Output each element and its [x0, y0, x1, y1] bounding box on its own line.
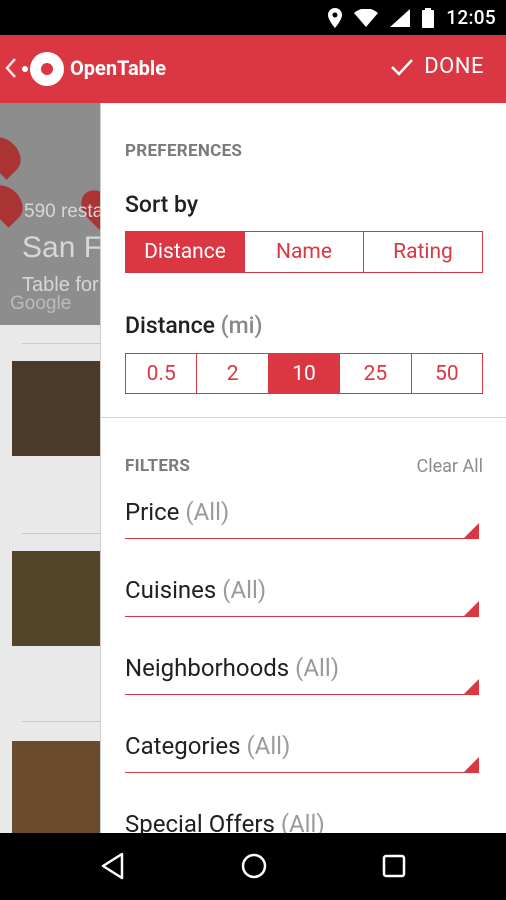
- distance-option-25[interactable]: 25: [339, 354, 410, 393]
- dropdown-label: Special Offers: [125, 810, 275, 833]
- sort-option-name[interactable]: Name: [244, 232, 363, 272]
- list-separator: [22, 343, 100, 344]
- battery-icon: [422, 7, 435, 28]
- price-dropdown[interactable]: Price (All): [125, 494, 479, 539]
- section-divider: [101, 417, 506, 418]
- distance-option-50[interactable]: 50: [410, 354, 482, 393]
- cell-signal-icon: [390, 8, 411, 27]
- dropdown-value: (All): [280, 810, 325, 833]
- status-time: 12:05: [446, 6, 496, 29]
- home-icon[interactable]: [240, 852, 268, 884]
- dropdown-corner-icon: [464, 601, 479, 616]
- dropdown-value: (All): [222, 576, 267, 604]
- dropdown-label: Neighborhoods: [125, 654, 290, 682]
- distance-option-10[interactable]: 10: [267, 354, 340, 393]
- restaurant-photo: [12, 741, 100, 833]
- distance-label: Distance (mi): [125, 312, 263, 339]
- distance-unit: (mi): [220, 312, 263, 339]
- sort-option-distance[interactable]: Distance: [126, 232, 244, 272]
- restaurant-photo: [12, 361, 100, 456]
- background-map: 590 resta San Fr Table for Google: [0, 103, 100, 325]
- status-bar: 12:05: [0, 0, 506, 35]
- preferences-title: PREFERENCES: [125, 141, 243, 161]
- sort-by-segmented-control: Distance Name Rating: [125, 231, 483, 273]
- done-button[interactable]: DONE: [390, 54, 484, 79]
- app-bar: OpenTable DONE: [0, 35, 506, 103]
- opentable-logo-icon[interactable]: [30, 52, 64, 86]
- recents-icon[interactable]: [381, 852, 407, 884]
- back-chevron-icon[interactable]: [5, 57, 17, 83]
- dropdown-label: Categories: [125, 732, 241, 760]
- restaurant-photo: [12, 551, 100, 646]
- special-offers-dropdown[interactable]: Special Offers (All): [125, 806, 479, 833]
- filters-drawer: PREFERENCES Sort by Distance Name Rating…: [100, 103, 506, 833]
- dropdown-corner-icon: [464, 523, 479, 538]
- dropdown-label: Price: [125, 498, 180, 526]
- categories-dropdown[interactable]: Categories (All): [125, 728, 479, 773]
- background-restaurant-list: 590 resta San Fr Table for Google: [0, 103, 100, 833]
- distance-option-0-5[interactable]: 0.5: [126, 354, 196, 393]
- navigation-bar: [0, 833, 506, 900]
- list-separator: [22, 721, 100, 722]
- back-icon[interactable]: [100, 852, 126, 884]
- wifi-icon: [354, 8, 379, 27]
- dropdown-value: (All): [185, 498, 230, 526]
- neighborhoods-dropdown[interactable]: Neighborhoods (All): [125, 650, 479, 695]
- check-icon: [391, 58, 414, 76]
- status-icons: 12:05: [328, 0, 496, 35]
- sort-option-rating[interactable]: Rating: [363, 232, 482, 272]
- map-brand: Google: [10, 293, 72, 314]
- list-separator: [22, 533, 100, 534]
- logo-small-dot: [22, 66, 28, 72]
- location-icon: [328, 7, 343, 28]
- dropdown-value: (All): [295, 654, 340, 682]
- dropdown-value: (All): [246, 732, 291, 760]
- clear-all-link[interactable]: Clear All: [417, 456, 484, 477]
- map-pin-icon: [0, 130, 28, 180]
- dropdown-corner-icon: [464, 757, 479, 772]
- distance-label-text: Distance: [125, 312, 215, 339]
- distance-option-2[interactable]: 2: [196, 354, 267, 393]
- cuisines-dropdown[interactable]: Cuisines (All): [125, 572, 479, 617]
- app-title: OpenTable: [70, 56, 167, 80]
- city-name: San Fr: [22, 231, 100, 264]
- distance-segmented-control: 0.5 2 10 25 50: [125, 353, 483, 394]
- results-count: 590 resta: [24, 201, 100, 222]
- sort-by-label: Sort by: [125, 191, 199, 218]
- done-label: DONE: [424, 54, 484, 79]
- dropdown-corner-icon: [464, 679, 479, 694]
- dropdown-label: Cuisines: [125, 576, 217, 604]
- filters-title: FILTERS: [125, 456, 191, 476]
